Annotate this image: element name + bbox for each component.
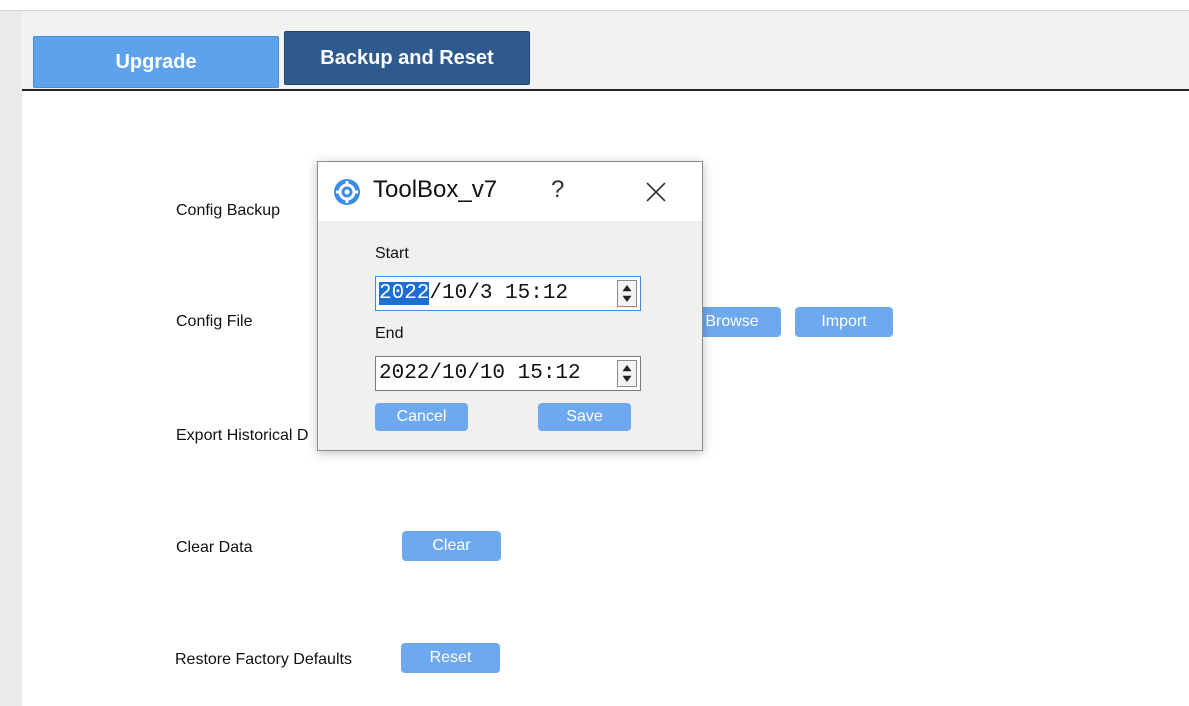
cancel-button[interactable]: Cancel bbox=[375, 403, 468, 431]
end-label: End bbox=[375, 325, 404, 342]
date-range-dialog: ToolBox_v7 ? Start 2022/10/3 15:12 End 2… bbox=[317, 161, 703, 451]
dialog-title: ToolBox_v7 bbox=[373, 176, 498, 203]
start-spinner-icon[interactable] bbox=[617, 280, 637, 307]
export-historical-data-label: Export Historical D bbox=[176, 427, 309, 444]
clear-button[interactable]: Clear bbox=[402, 531, 501, 561]
close-icon[interactable] bbox=[642, 178, 670, 206]
tab-upgrade[interactable]: Upgrade bbox=[33, 36, 279, 88]
start-datetime-input[interactable]: 2022/10/3 15:12 bbox=[375, 276, 641, 311]
toolbox-app-icon bbox=[334, 179, 360, 205]
import-button[interactable]: Import bbox=[795, 307, 893, 337]
start-label: Start bbox=[375, 245, 409, 262]
reset-button[interactable]: Reset bbox=[401, 643, 500, 673]
end-spinner-icon[interactable] bbox=[617, 360, 637, 387]
end-datetime-value: 2022/10/10 15:12 bbox=[379, 362, 581, 385]
config-file-label: Config File bbox=[176, 313, 253, 330]
clear-data-label: Clear Data bbox=[176, 539, 253, 556]
config-backup-label: Config Backup bbox=[176, 202, 281, 219]
dialog-titlebar: ToolBox_v7 ? bbox=[318, 162, 702, 221]
tab-backup-and-reset[interactable]: Backup and Reset bbox=[284, 31, 530, 85]
help-icon[interactable]: ? bbox=[551, 176, 564, 204]
save-button[interactable]: Save bbox=[538, 403, 631, 431]
start-datetime-rest: /10/3 15:12 bbox=[429, 282, 569, 305]
tab-underline bbox=[22, 89, 1189, 91]
start-datetime-value: 2022/10/3 15:12 bbox=[379, 282, 568, 305]
restore-factory-defaults-label: Restore Factory Defaults bbox=[175, 651, 352, 668]
start-year-selected: 2022 bbox=[379, 282, 430, 305]
left-margin bbox=[0, 11, 22, 706]
end-datetime-input[interactable]: 2022/10/10 15:12 bbox=[375, 356, 641, 391]
